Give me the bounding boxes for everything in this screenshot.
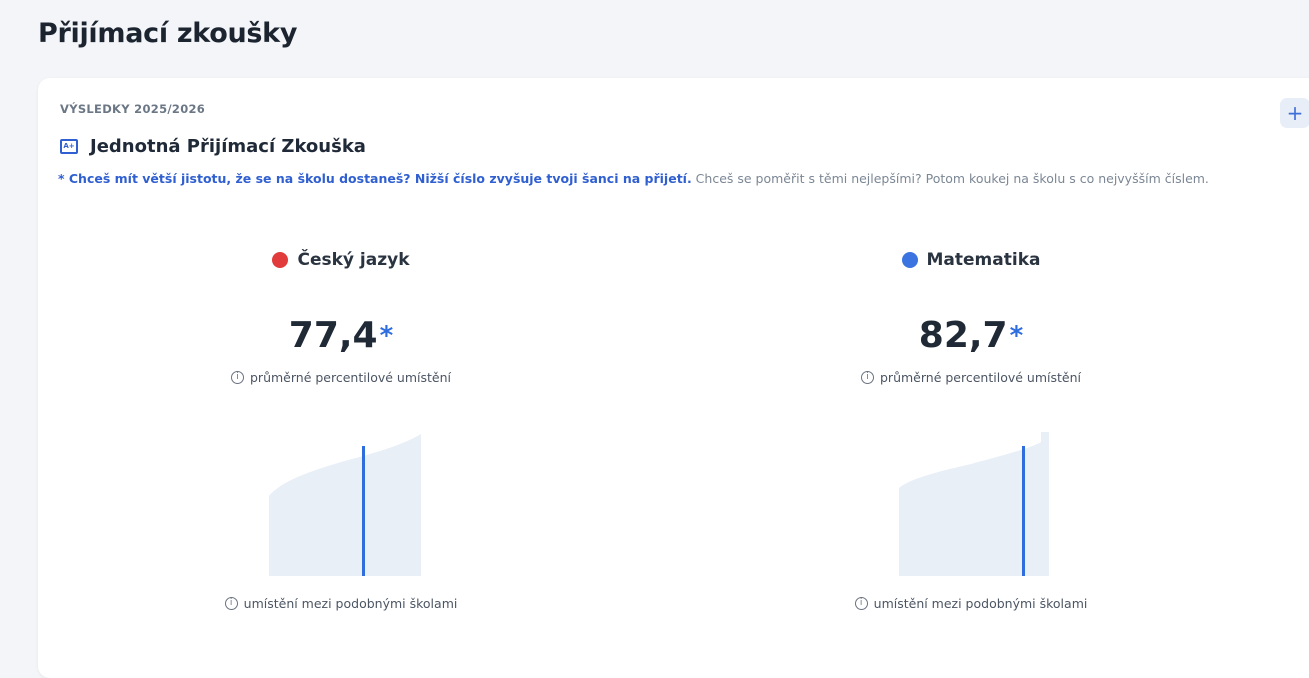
subject-czech-score-caption: i průměrné percentilové umístění: [131, 368, 551, 386]
subject-czech-score: 77,4*: [131, 314, 551, 358]
subject-math-score-caption: i průměrné percentilové umístění: [761, 368, 1181, 386]
subject-math: Matematika 82,7* i průměrné percentilové…: [761, 248, 1181, 612]
subject-math-distribution-caption: i umístění mezi podobnými školami: [761, 594, 1181, 612]
subject-math-star: *: [1009, 321, 1024, 351]
subject-czech-distribution-caption-text: umístění mezi podobnými školami: [243, 595, 458, 611]
info-icon[interactable]: i: [861, 370, 874, 384]
subject-math-score-value: 82,7: [918, 315, 1008, 356]
subject-czech: Český jazyk 77,4* i průměrné percentilov…: [131, 248, 551, 612]
subject-math-score-caption-text: průměrné percentilové umístění: [880, 369, 1081, 385]
subject-math-distribution-caption-text: umístění mezi podobnými školami: [873, 595, 1088, 611]
distribution-area: [269, 434, 421, 576]
note-text: * Chceš mít větší jistotu, že se na škol…: [58, 168, 1298, 189]
info-icon[interactable]: i: [224, 596, 238, 610]
note-rest: Chceš se poměřit s těmi nejlepšími? Poto…: [691, 171, 1209, 186]
certificate-icon: A+: [60, 139, 78, 154]
subject-czech-label: Český jazyk: [297, 250, 410, 270]
add-button[interactable]: +: [1280, 98, 1309, 128]
subject-czech-distribution-chart: [261, 426, 421, 576]
subject-math-score: 82,7*: [761, 314, 1181, 358]
subject-czech-dot: [272, 252, 289, 268]
results-card: VÝSLEDKY 2025/2026 + A+ Jednotná Přijíma…: [38, 78, 1309, 678]
subject-czech-score-caption-text: průměrné percentilové umístění: [250, 369, 451, 385]
subject-math-dot: [901, 252, 918, 268]
plus-icon: +: [1286, 101, 1304, 125]
subject-math-distribution-chart: [891, 426, 1051, 576]
subject-czech-star: *: [379, 321, 394, 351]
subject-czech-distribution-caption: i umístění mezi podobnými školami: [131, 594, 551, 612]
subject-czech-name: Český jazyk: [131, 248, 551, 272]
subject-math-distribution-svg: [899, 432, 1049, 576]
section-label: VÝSLEDKY 2025/2026: [60, 102, 206, 116]
subject-czech-score-value: 77,4: [288, 315, 378, 356]
subject-czech-distribution-svg: [269, 434, 421, 576]
exam-title: Jednotná Přijímací Zkouška: [90, 136, 366, 157]
subject-math-label: Matematika: [926, 250, 1041, 270]
distribution-area: [899, 432, 1049, 576]
note-highlight: * Chceš mít větší jistotu, že se na škol…: [58, 171, 692, 186]
info-icon[interactable]: i: [854, 596, 868, 610]
info-icon[interactable]: i: [231, 370, 244, 384]
subject-math-name: Matematika: [761, 248, 1181, 272]
page-title: Přijímací zkoušky: [38, 18, 298, 49]
exam-title-row: A+ Jednotná Přijímací Zkouška: [60, 136, 366, 157]
